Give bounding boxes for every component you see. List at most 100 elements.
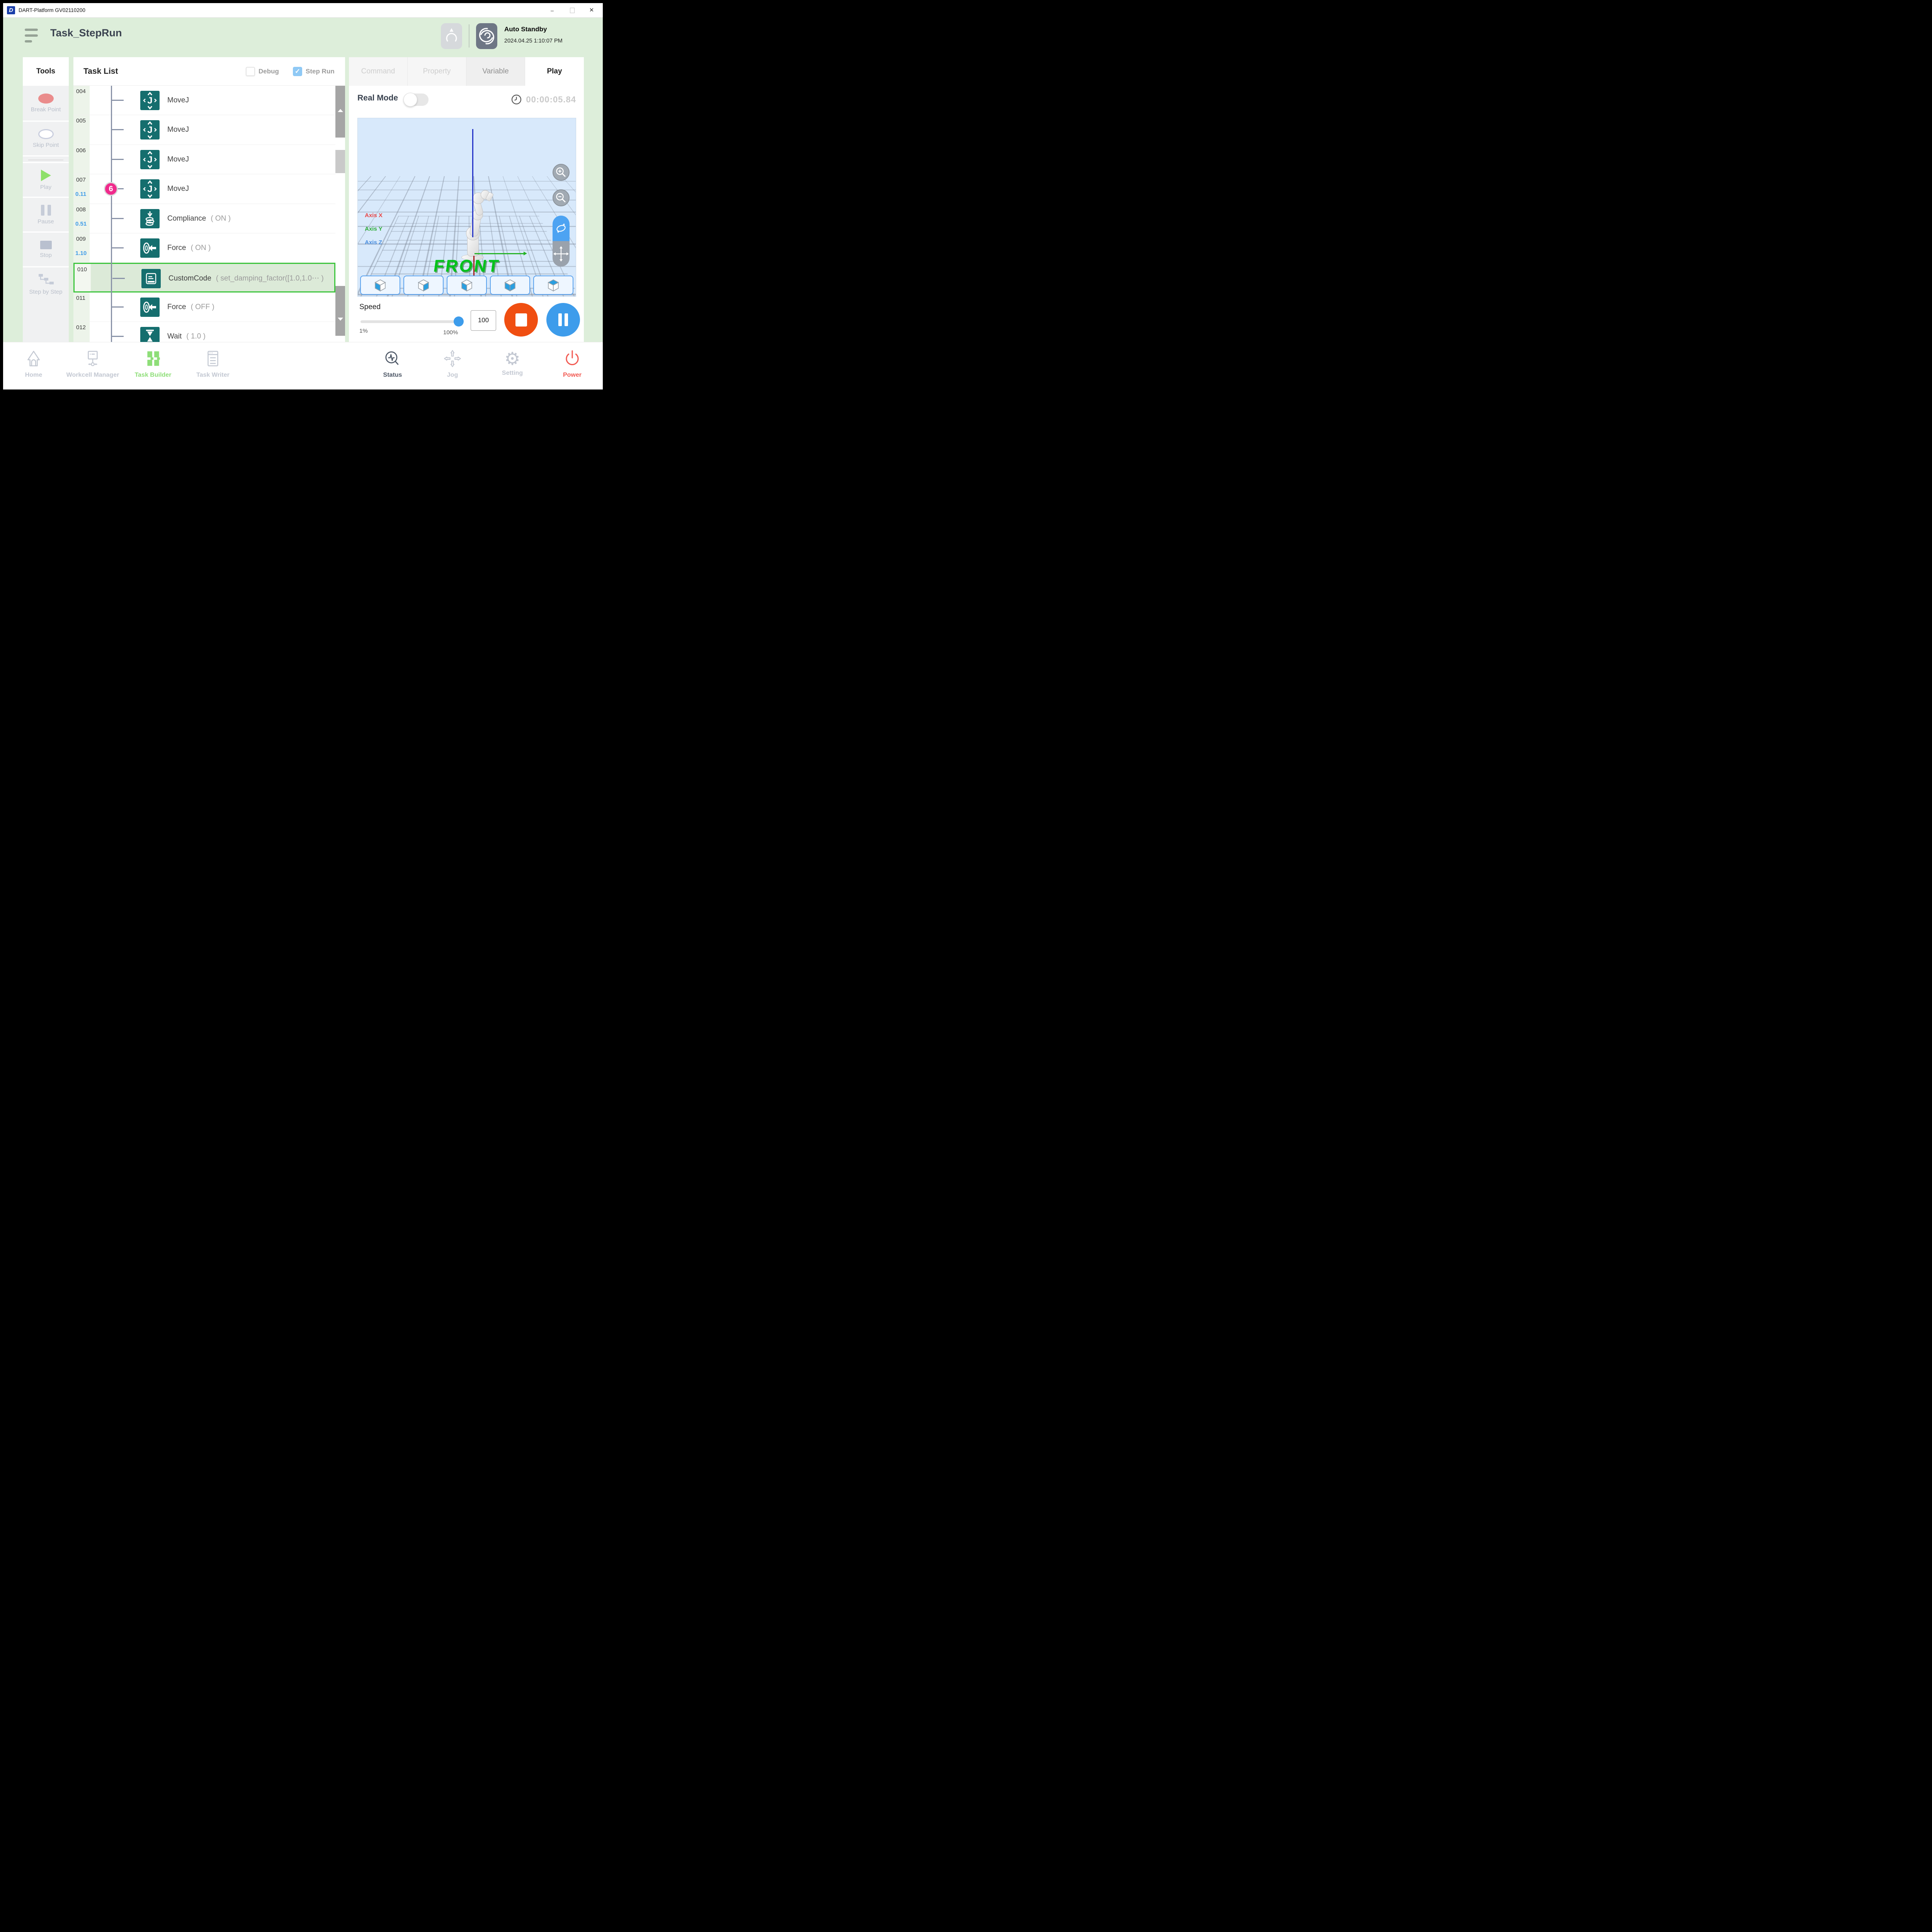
clock-icon (511, 94, 522, 107)
step-run-checkbox[interactable]: ✓ (293, 67, 302, 76)
task-row[interactable]: 005 J MoveJ (73, 115, 335, 145)
task-writer-icon (204, 349, 222, 368)
nav-task-builder[interactable]: Task Builder (120, 349, 186, 379)
jog-icon (443, 349, 462, 368)
z-axis-line (472, 129, 473, 237)
task-row-selected[interactable]: 010 CustomCode( set_damping_factor([1.0,… (73, 263, 335, 292)
nav-jog[interactable]: Jog (420, 349, 485, 379)
pause-button[interactable]: Pause (23, 197, 69, 231)
tab-property[interactable]: Property (408, 57, 466, 86)
maximize-button[interactable] (566, 3, 579, 18)
minimize-button[interactable]: – (546, 3, 559, 18)
close-button[interactable]: ✕ (585, 3, 598, 18)
nav-workcell-manager[interactable]: Workcell Manager (60, 349, 126, 379)
mode-status-button[interactable] (476, 23, 497, 49)
nav-setting[interactable]: ⚙ Setting (480, 349, 545, 377)
tools-panel: Tools Break Point Skip Point Play Pause (23, 57, 69, 342)
command-name: MoveJ (167, 126, 189, 134)
tab-variable[interactable]: Variable (466, 57, 525, 86)
axis-y-label: Axis Y (365, 226, 383, 232)
movej-icon: J (140, 150, 160, 169)
step-by-step-icon (38, 274, 54, 286)
speed-slider[interactable] (361, 320, 458, 323)
task-list-panel: Task List Debug ✓ Step Run 004 J MoveJ 0… (73, 57, 345, 342)
inspector-panel: Command Property Variable Play Real Mode… (349, 57, 584, 342)
command-param: ( 1.0 ) (186, 332, 206, 340)
task-list-title: Task List (83, 57, 118, 86)
row-number: 006 (76, 147, 86, 154)
tab-command[interactable]: Command (349, 57, 408, 86)
task-row[interactable]: 011 Force( OFF ) (73, 293, 335, 322)
debug-checkbox[interactable] (246, 67, 255, 76)
robot-3d-viewport[interactable]: Axis X Axis Y Axis Z FRONT (357, 118, 576, 297)
speed-value-input[interactable]: 100 (471, 310, 496, 331)
movej-icon: J (140, 179, 160, 199)
tab-play[interactable]: Play (525, 57, 584, 86)
zoom-in-icon (553, 165, 569, 180)
cube-front-icon (372, 278, 388, 293)
command-name: MoveJ (167, 96, 189, 104)
real-mode-toggle[interactable] (404, 94, 429, 106)
customcode-icon (141, 269, 161, 288)
tree-line (111, 86, 112, 342)
row-duration: 0.51 (75, 221, 87, 227)
break-point-icon (38, 94, 54, 104)
scroll-down-button[interactable] (335, 286, 345, 336)
workcell-manager-icon (83, 349, 102, 368)
command-name: MoveJ (167, 155, 189, 163)
zoom-in-button[interactable] (553, 164, 570, 181)
nav-home[interactable]: Home (3, 349, 66, 379)
view-front-button[interactable] (360, 276, 400, 295)
step-by-step-button[interactable]: Step by Step (23, 266, 69, 301)
play-stop-button[interactable] (504, 303, 538, 337)
speed-slider-knob[interactable] (454, 316, 464, 327)
skip-point-button[interactable]: Skip Point (23, 121, 69, 155)
status-icon (383, 349, 402, 368)
tools-title: Tools (23, 57, 69, 86)
rotate-view-button[interactable] (553, 216, 570, 241)
zoom-out-button[interactable] (553, 189, 570, 206)
cube-left-icon (459, 278, 474, 293)
menu-icon[interactable] (25, 29, 40, 46)
robot-arm-icon (441, 23, 462, 49)
task-row[interactable]: 012 Wait( 1.0 ) (73, 322, 335, 342)
task-row[interactable]: 0080.51 Compliance( ON ) (73, 204, 335, 233)
view-top-button[interactable] (533, 276, 573, 295)
command-param: ( set_damping_factor([1.0,1.0⋯ ) (216, 274, 324, 282)
nav-power[interactable]: Power (539, 349, 603, 379)
view-iso-button[interactable] (490, 276, 530, 295)
view-right-button[interactable] (403, 276, 444, 295)
scroll-up-button[interactable] (335, 86, 345, 138)
view-left-button[interactable] (447, 276, 487, 295)
row-number: 007 (76, 177, 86, 183)
task-row[interactable]: 0091.10 Force( ON ) (73, 233, 335, 263)
view-preset-buttons (360, 276, 573, 295)
compliance-icon (140, 209, 160, 228)
command-name: Force (167, 244, 186, 252)
play-pause-button[interactable] (546, 303, 580, 337)
stop-button[interactable]: Stop (23, 231, 69, 266)
robot-status-button[interactable] (441, 23, 462, 49)
row-number: 004 (76, 88, 86, 95)
row-number: 008 (76, 206, 86, 213)
stop-icon (40, 241, 52, 249)
zoom-out-icon (553, 190, 569, 206)
command-name: CustomCode (168, 274, 211, 282)
command-param: ( OFF ) (191, 303, 214, 311)
task-row[interactable]: 004 J MoveJ (73, 86, 335, 115)
nav-task-writer[interactable]: Task Writer (180, 349, 246, 379)
svg-text:J: J (147, 155, 152, 165)
scrollbar-thumb[interactable] (335, 150, 345, 173)
break-point-button[interactable]: Break Point (23, 86, 69, 121)
pan-view-button[interactable] (553, 241, 570, 267)
y-axis-line (474, 253, 524, 254)
play-button[interactable]: Play (23, 162, 69, 197)
speed-max-label: 100% (443, 329, 458, 336)
task-row[interactable]: 006 J MoveJ (73, 145, 335, 174)
step-count-badge: 6 (104, 182, 118, 196)
bottom-navigation: Home Workcell Manager Task Builder Task … (3, 342, 603, 389)
command-param: ( ON ) (191, 244, 211, 252)
command-name: Compliance (167, 214, 206, 223)
nav-status[interactable]: Status (360, 349, 425, 379)
task-list-scrollbar (335, 86, 345, 342)
